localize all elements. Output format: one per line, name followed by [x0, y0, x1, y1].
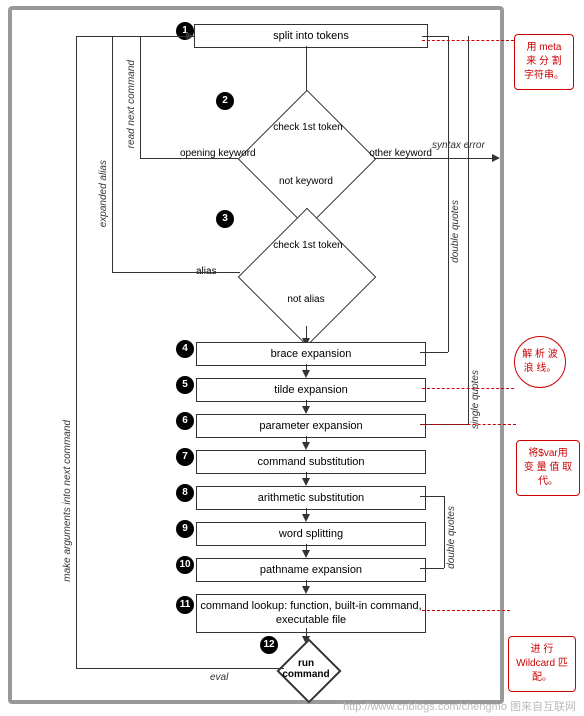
node-pathname: pathname expansion: [196, 558, 426, 582]
run-label: run command: [276, 658, 336, 680]
callout-meta: 用 meta 来 分 割 字符串。: [514, 34, 574, 90]
diamond3-bottom: not alias: [266, 294, 346, 305]
node-arithmetic: arithmetic substitution: [196, 486, 426, 510]
edge-read-next: read next command: [126, 60, 137, 148]
edge-syntax-error: syntax error: [432, 140, 485, 151]
node-tilde: tilde expansion: [196, 378, 426, 402]
edge-eval: eval: [210, 672, 228, 683]
step-badge-10: 10: [176, 556, 194, 574]
step-badge-5: 5: [176, 376, 194, 394]
step-badge-9: 9: [176, 520, 194, 538]
node-parameter: parameter expansion: [196, 414, 426, 438]
step-badge-7: 7: [176, 448, 194, 466]
edge-double-quotes-2: double quotes: [446, 506, 457, 569]
node-command-sub: command substitution: [196, 450, 426, 474]
step-badge-4: 4: [176, 340, 194, 358]
callout-var: 将$var用 变 量 值 取代。: [516, 440, 580, 496]
step-badge-8: 8: [176, 484, 194, 502]
step-badge-2: 2: [216, 92, 234, 110]
diamond2-bottom: not keyword: [266, 176, 346, 187]
step-badge-11: 11: [176, 596, 194, 614]
node-split-tokens: split into tokens: [194, 24, 428, 48]
step-badge-3: 3: [216, 210, 234, 228]
edge-expanded-alias: expanded alias: [98, 160, 109, 227]
edge-double-quotes-1: double quotes: [450, 200, 461, 263]
diamond2-top: check 1st token: [256, 122, 360, 133]
step-badge-6: 6: [176, 412, 194, 430]
watermark: http://www.cnblogs.com/chengmo 图来自互联网: [343, 698, 576, 714]
node-word-split: word splitting: [196, 522, 426, 546]
callout-tilde: 解 析 波 浪 线。: [514, 336, 566, 388]
node-lookup: command lookup: function, built-in comma…: [196, 594, 426, 633]
node-brace: brace expansion: [196, 342, 426, 366]
edge-make-args: make arguments into next command: [62, 420, 73, 582]
edge-single-quotes: single quotes: [470, 370, 481, 429]
callout-wildcard: 进 行 Wildcard 匹配。: [508, 636, 576, 692]
diamond3-top: check 1st token: [256, 240, 360, 251]
step-badge-12: 12: [260, 636, 278, 654]
